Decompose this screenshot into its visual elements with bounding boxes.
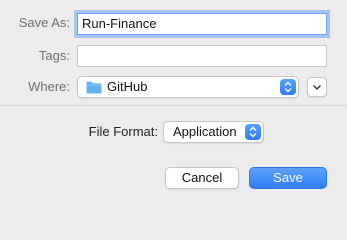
tags-label: Tags: <box>38 48 70 63</box>
file-format-popup[interactable]: Application <box>163 121 264 143</box>
save-button[interactable]: Save <box>249 167 327 189</box>
save-as-field[interactable]: Run-Finance <box>77 13 327 35</box>
divider <box>0 105 347 106</box>
file-format-value: Application <box>173 124 237 139</box>
where-label: Where: <box>28 79 70 94</box>
save-dialog: Save As: Run-Finance Tags: Where: GitHub… <box>0 0 347 208</box>
folder-icon <box>86 81 102 94</box>
file-format-label: File Format: <box>88 124 158 139</box>
cancel-button[interactable]: Cancel <box>165 167 239 189</box>
expand-dialog-button[interactable] <box>307 77 327 97</box>
where-value: GitHub <box>107 79 148 94</box>
popup-stepper-icon <box>280 79 296 95</box>
chevron-down-icon <box>312 84 322 91</box>
tags-field[interactable] <box>77 45 327 67</box>
popup-stepper-icon <box>245 124 261 140</box>
save-as-label: Save As: <box>18 15 70 30</box>
where-popup[interactable]: GitHub <box>77 76 299 98</box>
